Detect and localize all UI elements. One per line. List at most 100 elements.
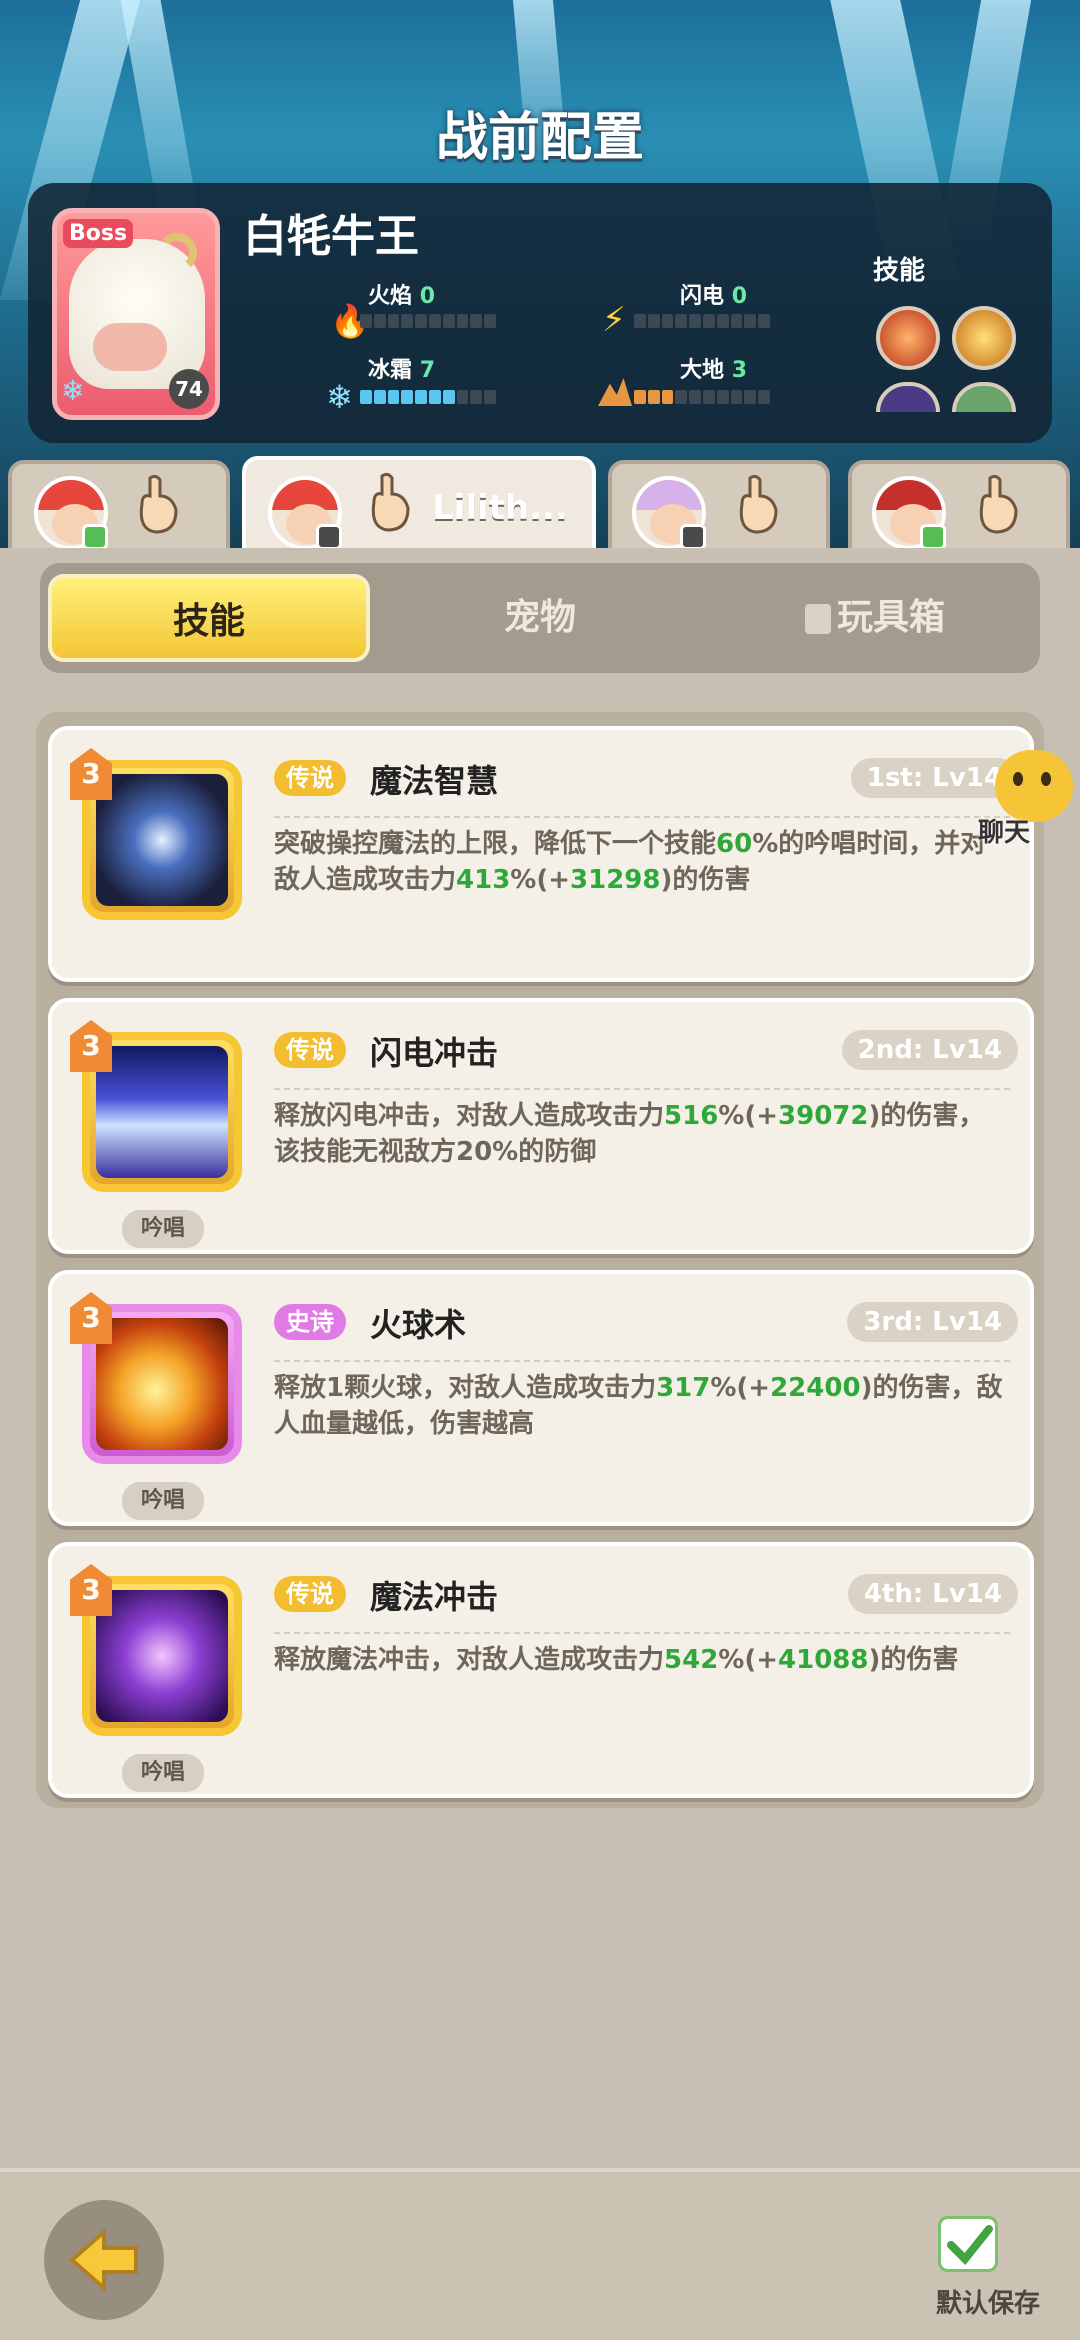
earth-bar (634, 390, 770, 404)
hero-status-icon (316, 524, 342, 550)
fire-bar (360, 314, 496, 328)
tab-toybox[interactable]: 玩具箱 (720, 574, 1030, 662)
stat-bar-segment (647, 390, 660, 404)
earth-stat: 大地 3 (680, 358, 747, 383)
hand-icon (132, 474, 182, 534)
stat-bar-segment (634, 314, 646, 328)
stat-bar-segment (360, 390, 372, 404)
hand-icon (972, 474, 1022, 534)
stat-bar-segment (415, 314, 427, 328)
stat-bar-segment (360, 314, 372, 328)
frost-icon: ❄ (61, 374, 85, 407)
stat-bar-segment (744, 390, 757, 404)
skill-desc: 释放魔法冲击，对敌人造成攻击力542%(+41088)的伤害 (274, 1645, 959, 1675)
stat-bar-segment (442, 390, 455, 404)
stat-bar-segment (661, 314, 674, 328)
lightning-icon: ⚡ (602, 300, 626, 340)
stat-bar-segment (647, 314, 660, 328)
stat-bar-segment (428, 390, 441, 404)
boss-portrait[interactable]: Boss 74 ❄ (52, 208, 220, 420)
skill-order: 4th: Lv14 (847, 1574, 1018, 1614)
rarity-badge: 传说 (274, 1576, 346, 1612)
stat-bar-segment (373, 390, 386, 404)
lightning-bar (634, 314, 770, 328)
skill-order: 2nd: Lv14 (841, 1030, 1018, 1070)
hero-tab-3[interactable] (608, 460, 830, 560)
hand-icon (732, 474, 782, 534)
stat-bar-segment (456, 390, 469, 404)
stat-bar-segment (484, 390, 496, 404)
skill-name: 魔法冲击 (370, 1578, 499, 1616)
arrow-left-icon (68, 2227, 138, 2293)
stat-bar-segment (702, 390, 715, 404)
chat-label: 聊天 (978, 818, 1031, 848)
stat-bar-segment (716, 314, 729, 328)
stat-bar-segment (730, 314, 743, 328)
rarity-badge: 传说 (274, 1032, 346, 1068)
rank-badge: 3 (70, 1292, 112, 1344)
fire-stat: 火焰 0 (368, 284, 435, 309)
rank-badge: 3 (70, 748, 112, 800)
stat-bar-segment (428, 314, 441, 328)
stat-bar-segment (689, 390, 701, 404)
hero-status-icon (920, 524, 946, 550)
skill-desc: 突破操控魔法的上限，降低下一个技能60%的吟唱时间，并对敌人造成攻击力413%(… (274, 829, 987, 895)
stat-bar-segment (401, 390, 414, 404)
stat-bar-segment (401, 314, 414, 328)
rarity-badge: 史诗 (274, 1304, 346, 1340)
boss-name: 白牦牛王 (243, 211, 419, 262)
stat-bar-segment (634, 390, 646, 404)
skill-order: 3rd: Lv14 (847, 1302, 1018, 1342)
hero-tab-1[interactable] (8, 460, 230, 560)
lock-icon (804, 604, 831, 634)
boss-skills-label: 技能 (873, 256, 926, 286)
skill-order: 1st: Lv14 (850, 758, 1018, 798)
hero-tab-4[interactable] (848, 460, 1070, 560)
stat-bar-segment (456, 314, 469, 328)
rarity-badge: 传说 (274, 760, 346, 796)
stat-bar-segment (744, 314, 757, 328)
back-button[interactable] (44, 2200, 164, 2320)
frost-stat: 冰霜 7 (368, 358, 435, 383)
skill-desc: 释放1颗火球，对敌人造成攻击力317%(+22400)的伤害，敌人血量越低，伤害… (274, 1373, 1003, 1439)
stat-bar-segment (758, 314, 770, 328)
skill-card[interactable]: 3 吟唱 传说 闪电冲击 2nd: Lv14 释放闪电冲击，对敌人造成攻击力51… (48, 998, 1034, 1254)
stat-bar-segment (675, 314, 688, 328)
stat-bar-segment (730, 390, 743, 404)
boss-skill-fire-orb[interactable] (876, 306, 940, 370)
stat-bar-segment (716, 390, 729, 404)
rank-badge: 3 (70, 1564, 112, 1616)
skill-desc: 释放闪电冲击，对敌人造成攻击力516%(+39072)的伤害，该技能无视敌方20… (274, 1101, 985, 1167)
tab-skills[interactable]: 技能 (48, 574, 370, 662)
stat-bar-segment (689, 314, 701, 328)
yak-nose (93, 323, 167, 371)
stat-bar-segment (470, 390, 483, 404)
lightning-stat: 闪电 0 (680, 284, 747, 309)
stat-bar-segment (661, 390, 674, 404)
stat-bar-segment (484, 314, 496, 328)
rank-badge: 3 (70, 1020, 112, 1072)
stat-bar-segment (387, 390, 400, 404)
skill-name: 魔法智慧 (370, 762, 499, 800)
stat-bar-segment (387, 314, 400, 328)
hero-tab-name: Lilith... (432, 488, 568, 528)
stat-bar-segment (675, 390, 688, 404)
tab-pets[interactable]: 宠物 (380, 574, 700, 662)
hand-icon (364, 472, 414, 532)
skill-card[interactable]: 3 传说 魔法智慧 1st: Lv14 突破操控魔法的上限，降低下一个技能60%… (48, 726, 1034, 982)
default-save-checkbox[interactable] (938, 2216, 998, 2272)
cast-tag: 吟唱 (122, 1482, 204, 1520)
stat-bar-segment (470, 314, 483, 328)
stat-bar-segment (373, 314, 386, 328)
skill-name: 闪电冲击 (370, 1034, 499, 1072)
frost-bar (360, 390, 496, 404)
boss-badge: Boss (63, 219, 134, 248)
check-icon (947, 2225, 993, 2265)
cast-tag: 吟唱 (122, 1754, 204, 1792)
stat-bar-segment (702, 314, 715, 328)
hero-status-icon (680, 524, 706, 550)
skill-name: 火球术 (370, 1306, 467, 1344)
boss-skill-ring-orb[interactable] (952, 306, 1016, 370)
skill-card[interactable]: 3 吟唱 传说 魔法冲击 4th: Lv14 释放魔法冲击，对敌人造成攻击力54… (48, 1542, 1034, 1798)
skill-card[interactable]: 3 吟唱 史诗 火球术 3rd: Lv14 释放1颗火球，对敌人造成攻击力317… (48, 1270, 1034, 1526)
